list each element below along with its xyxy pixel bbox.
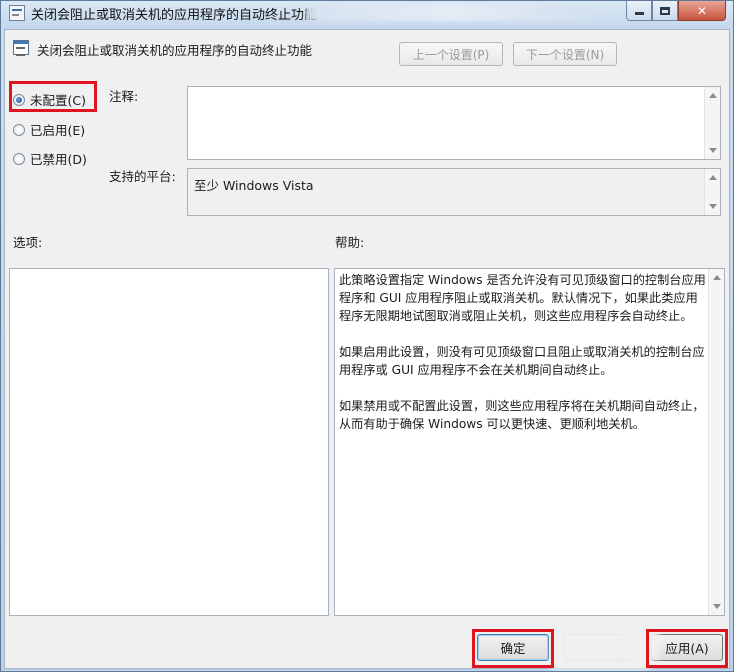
help-scrollbar[interactable] [708,269,724,615]
title-bar[interactable]: 关闭会阻止或取消关机的应用程序的自动终止功能 ✕ [1,1,733,29]
dialog-client-area: 关闭会阻止或取消关机的应用程序的自动终止功能 上一个设置(P) 下一个设置(N)… [4,29,730,670]
policy-dialog-window: 关闭会阻止或取消关机的应用程序的自动终止功能 ✕ 关闭会阻止或取消关机的应用程序… [0,0,734,672]
setting-title: 关闭会阻止或取消关机的应用程序的自动终止功能 [37,43,313,58]
radio-enabled[interactable]: 已启用(E) [13,120,85,139]
help-paragraph: 如果禁用或不配置此设置，则这些应用程序将在关机期间自动终止，从而有助于确保 Wi… [339,399,705,431]
maximize-button[interactable] [652,1,678,21]
comment-scrollbar[interactable] [704,87,720,159]
highlight-box-apply [646,629,728,668]
help-label: 帮助: [335,235,365,250]
scroll-down-icon[interactable] [709,148,717,153]
comment-label: 注释: [109,89,139,104]
scroll-down-icon[interactable] [709,204,717,209]
scroll-up-icon[interactable] [709,175,717,180]
window-title: 关闭会阻止或取消关机的应用程序的自动终止功能 [31,8,318,23]
scroll-up-icon[interactable] [713,275,721,280]
radio-circle-icon[interactable] [13,123,25,136]
radio-label: 已禁用(D) [30,152,87,167]
policy-app-icon [9,5,25,21]
help-panel: 此策略设置指定 Windows 是否允许没有可见顶级窗口的控制台应用程序和 GU… [334,268,725,616]
minimize-icon [634,12,644,15]
radio-disabled[interactable]: 已禁用(D) [13,149,87,168]
radio-label: 已启用(E) [30,123,86,138]
policy-setting-icon [13,40,29,56]
help-paragraph: 此策略设置指定 Windows 是否允许没有可见顶级窗口的控制台应用程序和 GU… [339,273,706,323]
options-label: 选项: [13,235,43,250]
comment-textarea[interactable] [187,86,721,160]
options-panel [9,268,329,616]
close-button[interactable]: ✕ [678,1,726,21]
help-text: 此策略设置指定 Windows 是否允许没有可见顶级窗口的控制台应用程序和 GU… [339,271,706,451]
platform-label: 支持的平台: [109,169,176,184]
highlight-box-not-configured [9,81,97,112]
next-setting-button[interactable]: 下一个设置(N) [513,42,617,66]
help-paragraph: 如果启用此设置，则没有可见顶级窗口且阻止或取消关机的控制台应用程序或 GUI 应… [339,345,705,377]
title-bar-blurred-area [306,5,596,21]
platform-readonly-box: 至少 Windows Vista [187,168,721,216]
maximize-icon [660,6,670,15]
previous-setting-button[interactable]: 上一个设置(P) [399,42,503,66]
scroll-down-icon[interactable] [713,604,721,609]
platform-value: 至少 Windows Vista [194,178,314,193]
highlight-box-ok [472,629,554,668]
radio-circle-icon[interactable] [13,152,25,165]
platform-scrollbar[interactable] [704,169,720,215]
close-icon: ✕ [696,3,708,18]
minimize-button[interactable] [626,1,652,21]
scroll-up-icon[interactable] [709,93,717,98]
